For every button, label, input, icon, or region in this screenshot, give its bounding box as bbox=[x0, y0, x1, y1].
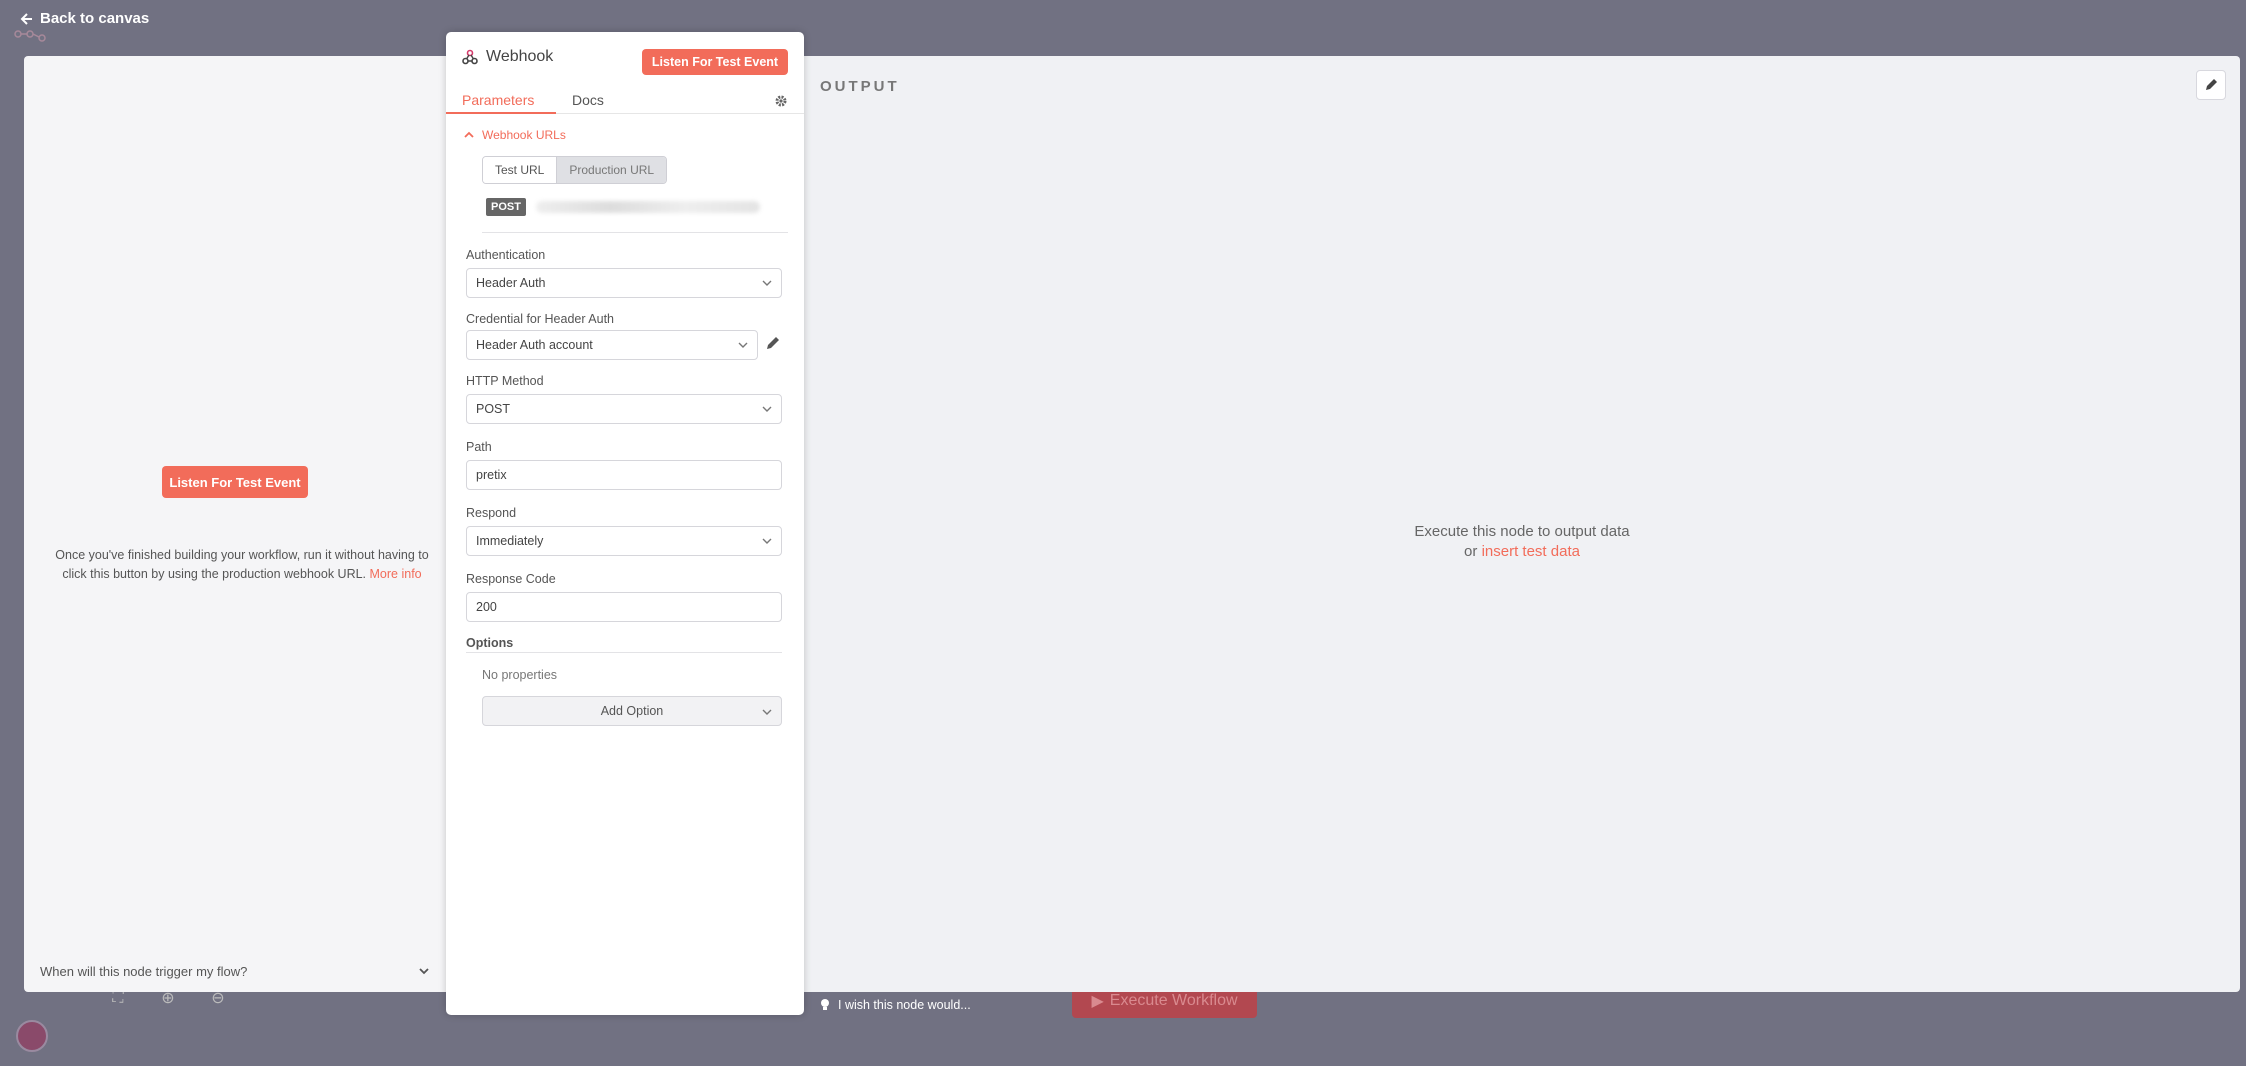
webhook-url-row: POST bbox=[486, 198, 760, 216]
trigger-question-text: When will this node trigger my flow? bbox=[40, 963, 248, 979]
back-to-canvas-label: Back to canvas bbox=[40, 10, 150, 27]
chevron-up-icon bbox=[464, 131, 474, 138]
options-label: Options bbox=[466, 636, 514, 650]
webhook-urls-toggle[interactable]: Webhook URLs bbox=[464, 128, 566, 142]
http-method-label: HTTP Method bbox=[466, 374, 544, 388]
top-bar: Back to canvas bbox=[0, 0, 2246, 42]
node-header: Webhook bbox=[462, 48, 553, 66]
output-panel: OUTPUT Execute this node to output data … bbox=[804, 56, 2240, 992]
tab-parameters[interactable]: Parameters bbox=[462, 92, 534, 108]
divider bbox=[466, 652, 782, 653]
chevron-down-icon bbox=[762, 538, 772, 544]
respond-select[interactable]: Immediately bbox=[466, 526, 782, 556]
edit-credential-icon[interactable] bbox=[764, 334, 782, 352]
webhook-urls-title: Webhook URLs bbox=[482, 128, 566, 142]
authentication-select[interactable]: Header Auth bbox=[466, 268, 782, 298]
response-code-label: Response Code bbox=[466, 572, 556, 586]
chevron-down-icon bbox=[762, 280, 772, 286]
path-label: Path bbox=[466, 440, 492, 454]
divider bbox=[482, 232, 788, 233]
insert-test-data-link[interactable]: insert test data bbox=[1482, 543, 1580, 560]
tab-docs[interactable]: Docs bbox=[572, 92, 604, 108]
output-empty-state: Execute this node to output data or inse… bbox=[804, 522, 2240, 562]
production-url-option[interactable]: Production URL bbox=[557, 157, 667, 183]
n8n-logo-icon bbox=[14, 30, 46, 42]
lightbulb-icon bbox=[821, 999, 829, 1010]
response-code-input[interactable]: 200 bbox=[466, 592, 782, 622]
respond-label: Respond bbox=[466, 506, 517, 520]
webhook-icon bbox=[462, 49, 478, 65]
authentication-value: Header Auth bbox=[476, 276, 546, 290]
add-option-label: Add Option bbox=[600, 704, 664, 718]
no-properties-text: No properties bbox=[482, 668, 558, 682]
http-method-select[interactable]: POST bbox=[466, 394, 782, 424]
gear-icon[interactable] bbox=[774, 94, 788, 108]
add-option-button[interactable]: Add Option bbox=[482, 696, 782, 726]
output-empty-line: Execute this node to output data bbox=[1414, 523, 1630, 540]
chevron-down-icon bbox=[762, 709, 772, 715]
feedback-link[interactable]: I wish this node would... bbox=[820, 998, 971, 1012]
method-badge: POST bbox=[486, 198, 526, 216]
chevron-down-icon bbox=[738, 342, 748, 348]
node-title: Webhook bbox=[486, 48, 554, 65]
feedback-label: I wish this node would... bbox=[838, 998, 971, 1012]
credential-label: Credential for Header Auth bbox=[466, 312, 615, 326]
webhook-url-blurred[interactable] bbox=[535, 201, 760, 213]
node-parameters-panel: Webhook Listen For Test Event Parameters… bbox=[446, 32, 804, 1015]
execute-workflow-label: Execute Workflow bbox=[1109, 992, 1238, 1009]
chevron-down-icon bbox=[762, 406, 772, 412]
edit-output-button[interactable] bbox=[2196, 70, 2226, 100]
credential-value: Header Auth account bbox=[476, 338, 593, 352]
pencil-icon bbox=[2206, 79, 2217, 90]
left-listen-test-event-button[interactable]: Listen For Test Event bbox=[162, 466, 308, 498]
http-method-value: POST bbox=[476, 402, 511, 416]
play-icon: ▶ bbox=[1091, 993, 1104, 1010]
url-type-toggle: Test URL Production URL bbox=[482, 156, 668, 184]
trigger-question-toggle[interactable]: When will this node trigger my flow? bbox=[40, 958, 440, 984]
active-tab-underline bbox=[446, 112, 556, 114]
more-info-link[interactable]: More info bbox=[370, 567, 422, 581]
output-title: OUTPUT bbox=[820, 78, 900, 95]
respond-value: Immediately bbox=[476, 534, 544, 548]
listen-test-event-button[interactable]: Listen For Test Event bbox=[642, 49, 788, 75]
authentication-label: Authentication bbox=[466, 248, 546, 262]
output-or-text: or bbox=[1464, 543, 1478, 560]
credential-select[interactable]: Header Auth account bbox=[466, 330, 758, 360]
input-panel: Listen For Test Event Once you've finish… bbox=[24, 56, 448, 992]
chevron-down-icon bbox=[419, 968, 429, 975]
test-url-option[interactable]: Test URL bbox=[483, 157, 558, 183]
node-tabs: Parameters Docs bbox=[446, 86, 804, 114]
path-input[interactable]: pretix bbox=[466, 460, 782, 490]
trigger-description: Once you've finished building your workf… bbox=[42, 546, 442, 584]
user-avatar[interactable] bbox=[16, 1020, 48, 1052]
